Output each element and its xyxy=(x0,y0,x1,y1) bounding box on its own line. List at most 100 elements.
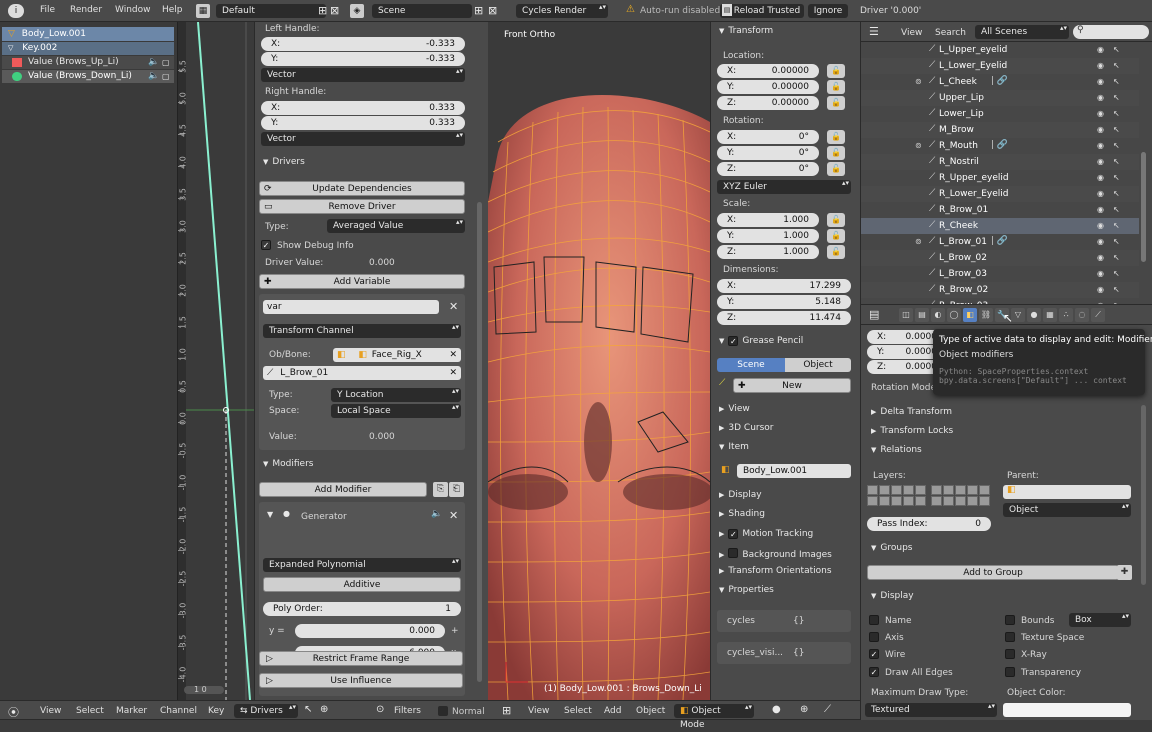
wire-checkbox[interactable]: ✓ xyxy=(869,649,879,659)
layout-selector[interactable]: Default xyxy=(216,4,326,18)
layer-toggle[interactable] xyxy=(943,485,954,495)
cursor-section-header[interactable]: ▶ 3D Cursor xyxy=(719,423,774,433)
dim-x-field[interactable]: X: 17.299 xyxy=(717,279,851,293)
selectable-cursor-icon[interactable]: ↖ xyxy=(1113,285,1120,294)
layer-toggle[interactable] xyxy=(955,485,966,495)
draw-all-edges-checkbox[interactable]: ✓ xyxy=(869,667,879,677)
layer-toggle[interactable] xyxy=(979,496,990,506)
render-tab-icon[interactable]: ◫ xyxy=(899,308,913,322)
visibility-eye-icon[interactable]: ◉ xyxy=(1097,189,1104,198)
texture-space-checkbox[interactable] xyxy=(1005,632,1015,642)
outliner-item[interactable]: ⟋ L_Lower_Eyelid ◉ ↖ xyxy=(861,58,1139,74)
display-props-header[interactable]: ▼ Display xyxy=(871,591,914,601)
scl-z-field[interactable]: Z: 1.000 xyxy=(717,245,819,259)
view-section-header[interactable]: ▶ View xyxy=(719,404,750,414)
item-section-header[interactable]: ▼ Item xyxy=(719,442,749,452)
data-tab-icon[interactable]: ▽ xyxy=(1011,308,1025,322)
layer-toggle[interactable] xyxy=(867,485,878,495)
lock-icon[interactable]: 🔓 xyxy=(827,229,845,243)
generator-mode-select[interactable]: Expanded Polynomial xyxy=(263,558,461,572)
outliner-item[interactable]: ⟋ Upper_Lip ◉ ↖ xyxy=(861,90,1139,106)
editor-type-icon[interactable]: ⦿ xyxy=(8,704,19,720)
filters-label[interactable]: Filters xyxy=(394,706,421,716)
bone-tab-icon[interactable]: ⟋ xyxy=(1091,308,1105,322)
visibility-eye-icon[interactable]: ◉ xyxy=(1097,237,1104,246)
outliner-item[interactable]: ⟋ L_Upper_eyelid ◉ ↖ xyxy=(861,42,1139,58)
add-scene-icon[interactable]: ⊞ xyxy=(474,4,483,17)
visibility-eye-icon[interactable]: ◉ xyxy=(1097,45,1104,54)
layer-toggle[interactable] xyxy=(879,496,890,506)
scene-tab-icon[interactable]: ◐ xyxy=(931,308,945,322)
selectable-cursor-icon[interactable]: ↖ xyxy=(1113,189,1120,198)
selectable-cursor-icon[interactable]: ↖ xyxy=(1113,45,1120,54)
properties-scrollbar[interactable] xyxy=(1141,405,1146,585)
layer-toggle[interactable] xyxy=(955,496,966,506)
expand-icon[interactable]: ▼ xyxy=(267,510,273,519)
background-images-checkbox[interactable] xyxy=(728,548,739,558)
link-icon[interactable]: ⊚ xyxy=(915,237,922,246)
copy-modifiers-icon[interactable]: ⎘ xyxy=(433,482,448,497)
variable-type-select[interactable]: Transform Channel xyxy=(263,324,461,338)
transform-locks-header[interactable]: ▶ Transform Locks xyxy=(871,426,953,436)
manipulator-icon[interactable]: ⟋ xyxy=(824,704,831,715)
right-handle-x-field[interactable]: X: 0.333 xyxy=(261,101,465,115)
layer-toggle[interactable] xyxy=(931,496,942,506)
add-to-group-button[interactable]: Add to Group xyxy=(867,565,1119,580)
visibility-eye-icon[interactable]: ◉ xyxy=(1097,77,1104,86)
layer-toggle[interactable] xyxy=(967,496,978,506)
menu-render[interactable]: Render xyxy=(70,5,102,15)
viewport-3d[interactable]: Front Ortho (1) Body_Low.001 : Brows_Dow… xyxy=(488,22,710,700)
right-handle-y-field[interactable]: Y: 0.333 xyxy=(261,116,465,130)
outliner-menu-search[interactable]: Search xyxy=(935,28,966,38)
mute-speaker-icon[interactable]: 🔈 xyxy=(148,56,159,69)
shading-section-header[interactable]: ▶ Shading xyxy=(719,509,765,519)
menu-file[interactable]: File xyxy=(40,5,55,15)
rotation-mode-select[interactable]: XYZ Euler xyxy=(717,180,851,194)
scl-y-field[interactable]: Y: 1.000 xyxy=(717,229,819,243)
graph-menu-view[interactable]: View xyxy=(40,706,61,716)
viewport-menu-select[interactable]: Select xyxy=(564,706,592,716)
viewport-menu-object[interactable]: Object xyxy=(636,706,665,716)
graph-area[interactable]: 5.5 5.0 4.5 4.0 3.5 3.0 2.5 2.0 1.5 1.0 0.5 0.0 -0.5… xyxy=(178,22,254,700)
lock-icon[interactable]: ▢ xyxy=(162,70,170,83)
particles-tab-icon[interactable]: ∴ xyxy=(1059,308,1073,322)
remove-driver-button[interactable]: ▭ Remove Driver xyxy=(259,199,465,214)
selectable-cursor-icon[interactable]: ↖ xyxy=(1113,93,1120,102)
lock-icon[interactable]: 🔓 xyxy=(827,64,845,78)
outliner-display-select[interactable]: All Scenes xyxy=(975,25,1069,39)
scl-x-field[interactable]: X: 1.000 xyxy=(717,213,819,227)
transform-orientations-header[interactable]: ▶ Transform Orientations xyxy=(719,566,832,576)
relations-header[interactable]: ▼ Relations xyxy=(871,445,922,455)
left-handle-y-field[interactable]: Y: -0.333 xyxy=(261,52,465,66)
mute-speaker-icon[interactable]: 🔈 xyxy=(148,70,159,83)
delta-transform-header[interactable]: ▶ Delta Transform xyxy=(871,407,952,417)
display-section-header[interactable]: ▶ Display xyxy=(719,490,762,500)
outliner-item[interactable]: ⟋ L_Brow_03 ◉ ↖ xyxy=(861,266,1139,282)
coefficient-0-field[interactable]: 0.000 xyxy=(295,624,445,638)
grease-scene-button[interactable]: Scene xyxy=(717,358,785,372)
driver-type-select[interactable]: Averaged Value xyxy=(327,219,465,233)
paste-modifiers-icon[interactable]: ⎗ xyxy=(449,482,464,497)
selectable-cursor-icon[interactable]: ↖ xyxy=(1113,205,1120,214)
drivers-panel-scrollbar[interactable] xyxy=(477,202,482,682)
shading-sphere-icon[interactable]: ● xyxy=(772,704,781,715)
channel-object[interactable]: ▽ Body_Low.001 xyxy=(2,27,174,41)
pass-index-field[interactable]: Pass Index: 0 xyxy=(867,517,991,531)
add-variable-button[interactable]: ✚ Add Variable xyxy=(259,274,465,289)
editor-type-icon[interactable]: ⊞ xyxy=(502,704,511,717)
restrict-frame-range-toggle[interactable]: ▷ Restrict Frame Range xyxy=(259,651,463,666)
outliner-item[interactable]: ⟋ R_Brow_02 ◉ ↖ xyxy=(861,282,1139,298)
close-layout-icon[interactable]: ⊠ xyxy=(330,4,339,17)
transparency-checkbox[interactable] xyxy=(1005,667,1015,677)
selectable-cursor-icon[interactable]: ↖ xyxy=(1113,173,1120,182)
visibility-eye-icon[interactable]: ◉ xyxy=(1097,157,1104,166)
groups-header[interactable]: ▼ Groups xyxy=(871,543,912,553)
world-tab-icon[interactable]: ◯ xyxy=(947,308,961,322)
custom-prop-cycles[interactable]: cycles {} xyxy=(717,610,851,632)
menu-window[interactable]: Window xyxy=(115,5,151,15)
rot-y-field[interactable]: Y: 0° xyxy=(717,146,819,160)
layer-toggle[interactable] xyxy=(967,485,978,495)
filter-only-selected-checkbox[interactable] xyxy=(438,706,448,716)
fcurve-visibility-icon[interactable] xyxy=(12,72,22,81)
modifiers-section-header[interactable]: ▼ Modifiers xyxy=(263,459,313,469)
